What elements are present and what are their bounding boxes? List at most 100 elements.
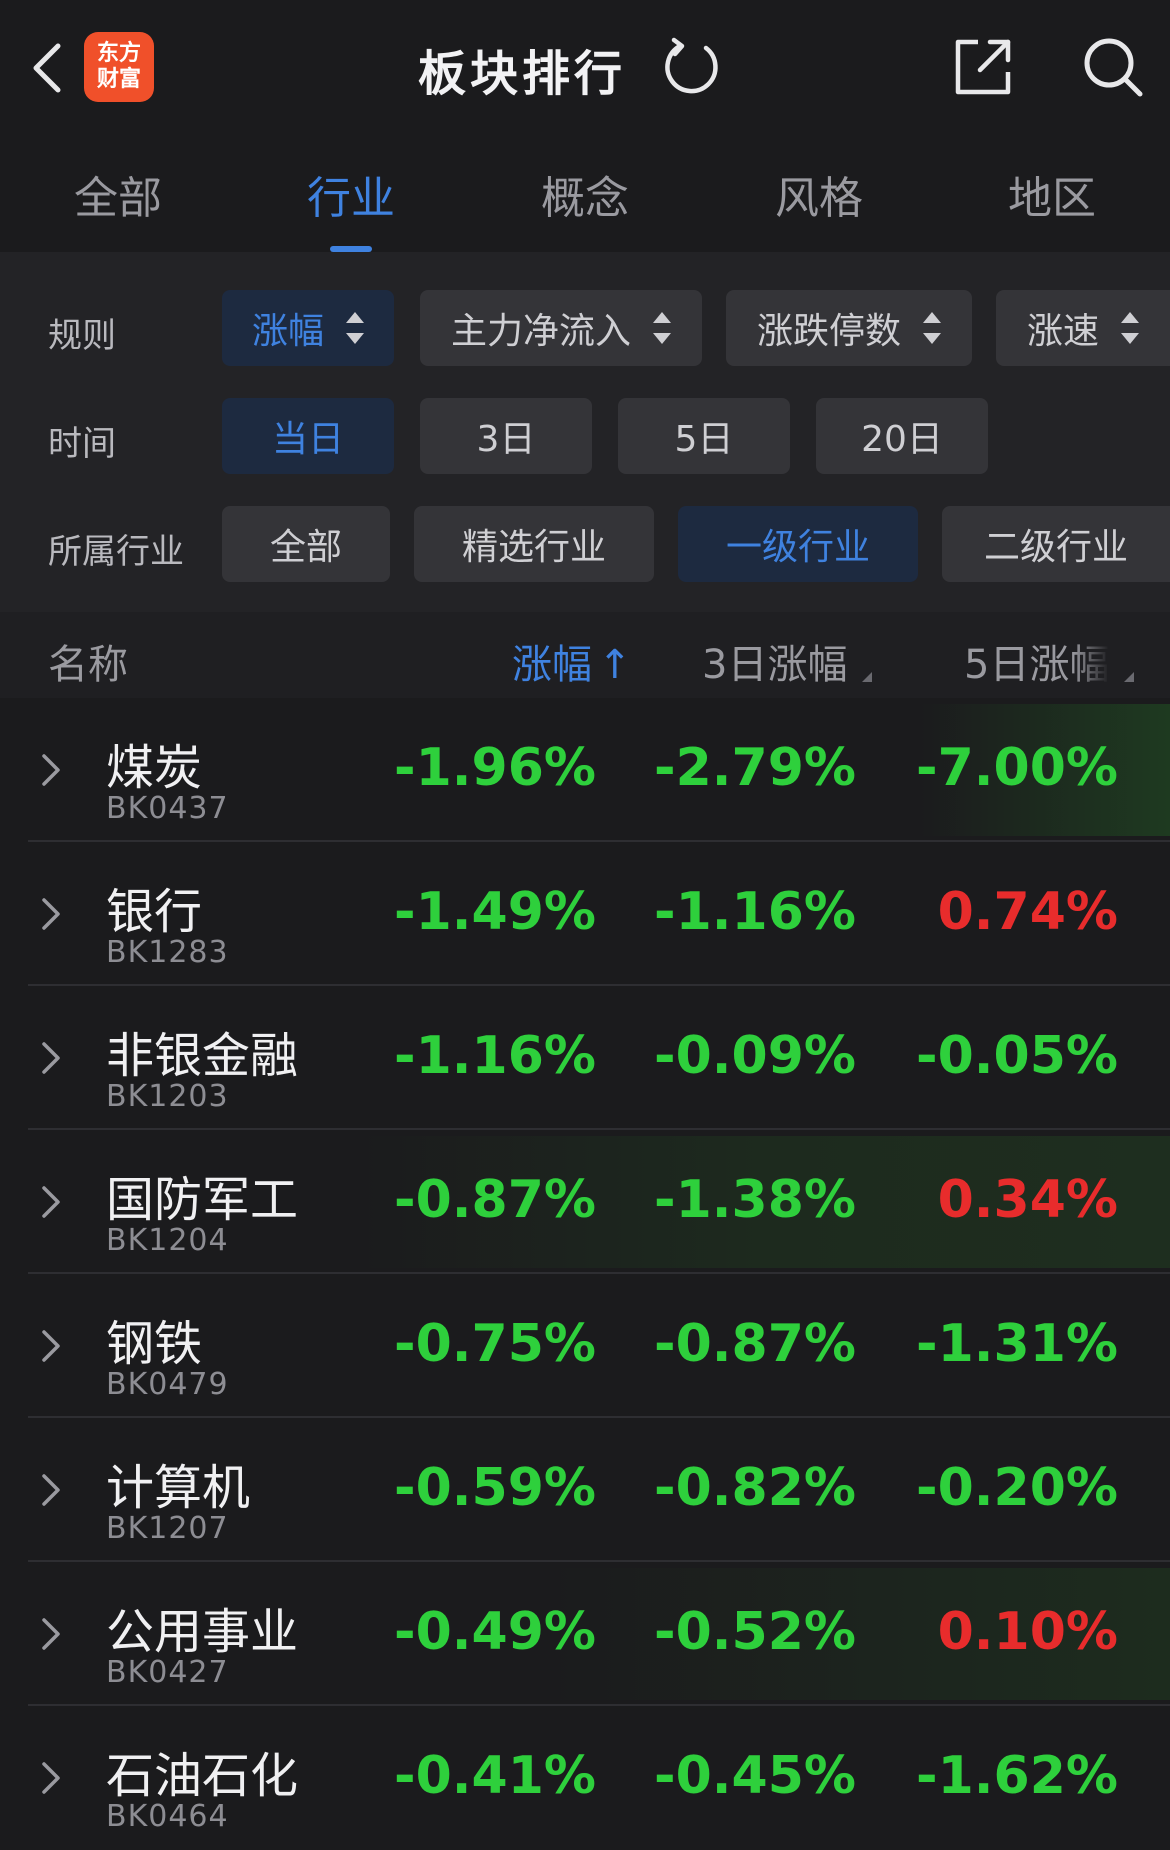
sector-name: 钢铁	[106, 1316, 203, 1372]
change-value: -0.87%	[394, 1170, 596, 1230]
industry-chip-level1[interactable]: 一级行业	[678, 506, 918, 582]
table-row[interactable]: 非银金融 BK1203 -1.16% -0.09% -0.05%	[0, 986, 1170, 1130]
column-header-change-label: 涨幅	[512, 642, 592, 688]
change-5d-value: -7.00%	[916, 738, 1118, 798]
rule-chip-limit-count-label: 涨跌停数	[756, 311, 901, 352]
change-5d-value: 0.10%	[937, 1602, 1118, 1662]
sector-code: BK1207	[106, 1511, 229, 1546]
industry-chip-all[interactable]: 全部	[222, 506, 390, 582]
sector-name: 石油石化	[106, 1748, 299, 1804]
time-chip-20d[interactable]: 20日	[816, 398, 988, 474]
sector-name: 计算机	[106, 1460, 251, 1516]
logo-line-1: 东方	[96, 41, 141, 66]
column-header-change-5d[interactable]: 5日涨幅	[964, 632, 1109, 690]
chevron-right-icon	[42, 754, 60, 786]
rule-chip-main-inflow-label: 主力净流入	[450, 311, 631, 352]
rule-chip-speed[interactable]: 涨速	[996, 290, 1170, 366]
tab-industry[interactable]: 行业	[271, 162, 431, 226]
sector-code: BK1204	[106, 1223, 229, 1258]
app-logo: 东方 财富	[84, 32, 154, 102]
industry-chip-level2[interactable]: 二级行业	[942, 506, 1170, 582]
column-header-change[interactable]: 涨幅 ↑	[512, 632, 632, 690]
rule-chip-gain[interactable]: 涨幅	[222, 290, 394, 366]
sort-corner-icon	[862, 672, 872, 682]
change-value: -0.75%	[394, 1314, 596, 1374]
sector-name: 银行	[106, 884, 203, 940]
tab-concept[interactable]: 概念	[505, 162, 665, 226]
tab-style[interactable]: 风格	[739, 162, 899, 226]
change-5d-value: -0.05%	[916, 1026, 1118, 1086]
share-icon[interactable]	[950, 34, 1016, 100]
time-chip-today[interactable]: 当日	[222, 398, 394, 474]
change-value: -1.96%	[394, 738, 596, 798]
change-5d-value: -1.31%	[916, 1314, 1118, 1374]
table-row[interactable]: 公用事业 BK0427 -0.49% -0.52% 0.10%	[0, 1562, 1170, 1706]
sort-toggle-icon	[346, 310, 364, 346]
rule-chip-speed-label: 涨速	[1026, 311, 1099, 352]
tab-all[interactable]: 全部	[38, 162, 198, 226]
sector-code: BK0479	[106, 1367, 229, 1402]
sort-toggle-icon	[923, 310, 941, 346]
change-value: -1.49%	[394, 882, 596, 942]
table-row[interactable]: 煤炭 BK0437 -1.96% -2.79% -7.00%	[0, 698, 1170, 842]
table-header: 名称 涨幅 ↑ 3日涨幅 5日涨幅	[0, 612, 1170, 698]
chevron-right-icon	[42, 1618, 60, 1650]
table-row[interactable]: 石油石化 BK0464 -0.41% -0.45% -1.62%	[0, 1706, 1170, 1850]
table-row[interactable]: 国防军工 BK1204 -0.87% -1.38% 0.34%	[0, 1130, 1170, 1274]
chevron-right-icon	[42, 1186, 60, 1218]
change-3d-value: -0.82%	[654, 1458, 856, 1518]
sort-arrow-icon: ↑	[598, 642, 632, 688]
change-3d-value: -1.16%	[654, 882, 856, 942]
filter-panel: 规则 涨幅 主力净流入 涨跌停数 涨速 时间 当日 3日 5日 20日 所属行业…	[0, 252, 1170, 612]
sector-name: 非银金融	[106, 1028, 299, 1084]
rule-chip-limit-count[interactable]: 涨跌停数	[726, 290, 972, 366]
change-3d-value: -2.79%	[654, 738, 856, 798]
change-value: -1.16%	[394, 1026, 596, 1086]
rule-label: 规则	[48, 316, 116, 356]
table-row[interactable]: 钢铁 BK0479 -0.75% -0.87% -1.31%	[0, 1274, 1170, 1418]
time-chip-5d[interactable]: 5日	[618, 398, 790, 474]
sector-name: 国防军工	[106, 1172, 299, 1228]
change-value: -0.49%	[394, 1602, 596, 1662]
sector-code: BK1283	[106, 935, 229, 970]
tab-region[interactable]: 地区	[972, 162, 1132, 226]
change-5d-value: 0.34%	[937, 1170, 1118, 1230]
sector-name: 煤炭	[106, 740, 203, 796]
column-header-change-3d[interactable]: 3日涨幅	[702, 632, 847, 690]
change-5d-value: -0.20%	[916, 1458, 1118, 1518]
chevron-right-icon	[42, 1042, 60, 1074]
change-3d-value: -1.38%	[654, 1170, 856, 1230]
change-5d-value: 0.74%	[937, 882, 1118, 942]
change-value: -0.41%	[394, 1746, 596, 1806]
sector-code: BK0437	[106, 791, 229, 826]
change-3d-value: -0.87%	[654, 1314, 856, 1374]
industry-level-label: 所属行业	[48, 532, 184, 572]
category-tabs: 全部 行业 概念 风格 地区	[0, 132, 1170, 252]
change-3d-value: -0.09%	[654, 1026, 856, 1086]
rule-chip-gain-label: 涨幅	[251, 311, 324, 352]
logo-line-2: 财富	[96, 67, 141, 92]
change-5d-value: -1.62%	[916, 1746, 1118, 1806]
chevron-right-icon	[42, 1474, 60, 1506]
back-icon[interactable]	[28, 40, 68, 96]
time-label: 时间	[48, 424, 116, 464]
industry-chip-selected[interactable]: 精选行业	[414, 506, 654, 582]
sort-corner-icon	[1124, 672, 1134, 682]
chevron-right-icon	[42, 1330, 60, 1362]
chevron-right-icon	[42, 1762, 60, 1794]
rule-chip-main-inflow[interactable]: 主力净流入	[420, 290, 702, 366]
sector-code: BK1203	[106, 1079, 229, 1114]
refresh-icon[interactable]	[660, 36, 722, 98]
time-chip-3d[interactable]: 3日	[420, 398, 592, 474]
table-row[interactable]: 计算机 BK1207 -0.59% -0.82% -0.20%	[0, 1418, 1170, 1562]
sector-name: 公用事业	[106, 1604, 299, 1660]
chevron-right-icon	[42, 898, 60, 930]
change-3d-value: -0.52%	[654, 1602, 856, 1662]
table-row[interactable]: 银行 BK1283 -1.49% -1.16% 0.74%	[0, 842, 1170, 986]
search-icon[interactable]	[1080, 34, 1146, 100]
change-value: -0.59%	[394, 1458, 596, 1518]
sort-toggle-icon	[1121, 310, 1139, 346]
sector-code: BK0464	[106, 1799, 229, 1834]
change-3d-value: -0.45%	[654, 1746, 856, 1806]
top-bar: 东方 财富 板块排行	[0, 0, 1170, 132]
